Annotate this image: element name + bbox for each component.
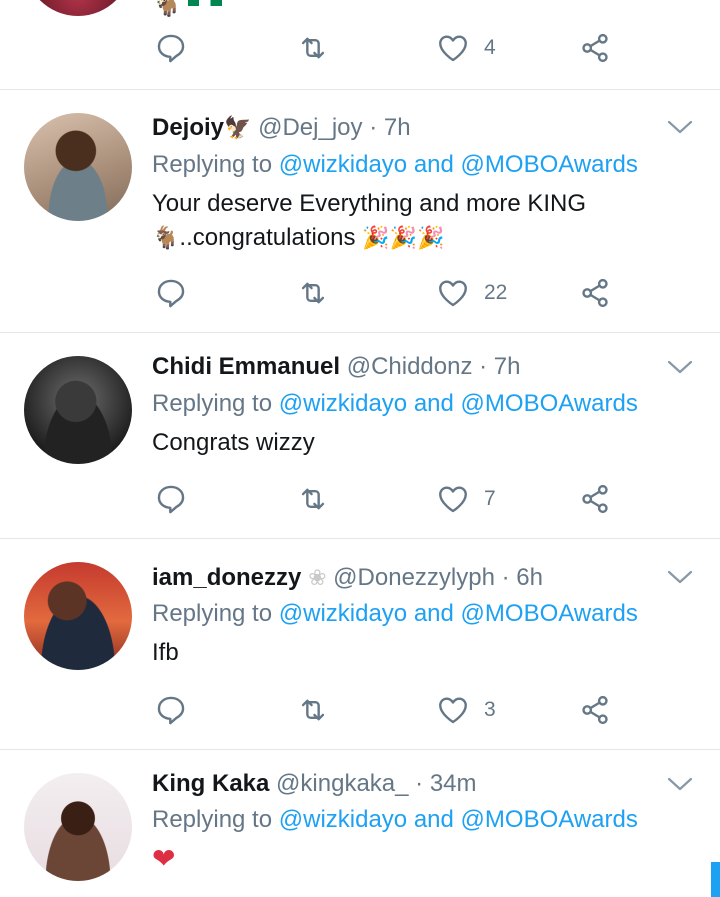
avatar[interactable]	[24, 773, 132, 881]
share-button[interactable]	[578, 275, 612, 311]
previous-tweet-fragment: 🐐 4	[0, 0, 720, 90]
replying-to: Replying to @wizkidayo and @MOBOAwards	[152, 806, 638, 833]
tweet[interactable]: Dejoiy🦅 @Dej_joy · 7h Replying to @wizki…	[0, 90, 720, 333]
like-count: 3	[484, 698, 496, 721]
display-name[interactable]: King Kaka	[152, 770, 269, 797]
heart-icon	[439, 35, 467, 62]
heart-icon	[439, 697, 467, 724]
user-handle[interactable]: @kingkaka_	[276, 770, 408, 797]
tweet-actions: 4	[0, 30, 720, 66]
user-handle[interactable]: @Dej_joy	[258, 114, 362, 141]
tweet[interactable]: Chidi Emmanuel @Chiddonz · 7h Replying t…	[0, 333, 720, 539]
timestamp[interactable]: · 34m	[415, 770, 476, 797]
eagle-emoji: 🦅	[224, 116, 252, 141]
tweet-header: King Kaka @kingkaka_ · 34m	[152, 770, 477, 798]
share-button[interactable]	[578, 692, 612, 728]
retweet-button[interactable]	[296, 275, 330, 311]
avatar[interactable]	[24, 0, 132, 16]
like-button[interactable]: 7	[436, 481, 496, 517]
mention-link[interactable]: @wizkidayo	[279, 151, 407, 178]
timestamp[interactable]: · 7h	[479, 353, 520, 380]
display-name[interactable]: iam_donezzy	[152, 564, 301, 591]
retweet-button[interactable]	[296, 481, 330, 517]
mention-link[interactable]: @wizkidayo	[279, 390, 407, 417]
chevron-down-icon[interactable]	[666, 357, 694, 377]
flower-icon: ❀	[308, 566, 327, 591]
tweet-header: Chidi Emmanuel @Chiddonz · 7h	[152, 353, 521, 381]
tweet-text: 🐐	[152, 0, 222, 16]
mention-link[interactable]: @MOBOAwards	[461, 151, 638, 178]
share-button[interactable]	[578, 481, 612, 517]
tweet-actions: 3	[0, 692, 720, 728]
tweet-header: iam_donezzy ❀ @Donezzylyph · 6h	[152, 564, 543, 593]
avatar[interactable]	[24, 356, 132, 464]
reply-button[interactable]	[154, 275, 188, 311]
share-icon	[582, 278, 608, 308]
tweet-text: Ifb	[152, 639, 179, 666]
tweet-actions: 7	[0, 481, 720, 517]
mention-link[interactable]: @MOBOAwards	[461, 600, 638, 627]
share-icon	[582, 695, 608, 725]
chevron-down-icon[interactable]	[666, 567, 694, 587]
tweet-actions: 22	[0, 275, 720, 311]
goat-emoji: 🐐	[152, 226, 180, 251]
tweet-header: Dejoiy🦅 @Dej_joy · 7h	[152, 114, 411, 143]
reply-icon	[157, 279, 185, 308]
party-popper-emoji: 🎉🎉🎉	[362, 226, 445, 251]
replying-to: Replying to @wizkidayo and @MOBOAwards	[152, 390, 638, 417]
chevron-down-icon[interactable]	[666, 117, 694, 137]
mention-link[interactable]: @wizkidayo	[279, 600, 407, 627]
mention-link[interactable]: @wizkidayo	[279, 806, 407, 833]
like-count: 22	[484, 281, 508, 304]
replying-to: Replying to @wizkidayo and @MOBOAwards	[152, 600, 638, 627]
retweet-icon	[301, 37, 325, 59]
avatar[interactable]	[24, 113, 132, 221]
replying-to: Replying to @wizkidayo and @MOBOAwards	[152, 151, 638, 178]
reply-icon	[157, 696, 185, 725]
like-button[interactable]: 3	[436, 692, 496, 728]
tweet[interactable]: iam_donezzy ❀ @Donezzylyph · 6h Replying…	[0, 539, 720, 750]
timestamp[interactable]: · 7h	[369, 114, 410, 141]
reply-button[interactable]	[154, 30, 188, 66]
reply-icon	[157, 34, 185, 63]
retweet-icon	[301, 699, 325, 721]
retweet-button[interactable]	[296, 30, 330, 66]
reply-icon	[157, 485, 185, 514]
tweet-text: Your deserve Everything and more KING 🐐.…	[152, 190, 587, 251]
like-button[interactable]: 4	[436, 30, 496, 66]
red-heart-emoji: ❤	[152, 842, 176, 875]
timestamp[interactable]: · 6h	[502, 564, 543, 591]
tweet[interactable]: King Kaka @kingkaka_ · 34m Replying to @…	[0, 750, 720, 897]
like-count: 4	[484, 36, 496, 59]
reply-button[interactable]	[154, 692, 188, 728]
display-name[interactable]: Chidi Emmanuel	[152, 353, 340, 380]
user-handle[interactable]: @Chiddonz	[347, 353, 473, 380]
retweet-button[interactable]	[296, 692, 330, 728]
tweet-text: ❤	[152, 842, 672, 878]
mention-link[interactable]: @MOBOAwards	[461, 390, 638, 417]
heart-icon	[439, 280, 467, 307]
display-name[interactable]: Dejoiy	[152, 114, 224, 141]
tweet-text: Congrats wizzy	[152, 429, 315, 456]
reply-button[interactable]	[154, 481, 188, 517]
avatar[interactable]	[24, 562, 132, 670]
share-button[interactable]	[578, 30, 612, 66]
goat-emoji: 🐐	[152, 0, 182, 18]
heart-icon	[439, 486, 467, 513]
user-handle[interactable]: @Donezzylyph	[333, 564, 495, 591]
like-button[interactable]: 22	[436, 275, 507, 311]
retweet-icon	[301, 488, 325, 510]
share-icon	[582, 484, 608, 514]
retweet-icon	[301, 282, 325, 304]
scroll-indicator[interactable]	[711, 862, 720, 897]
mention-link[interactable]: @MOBOAwards	[461, 806, 638, 833]
nigeria-flag-icon	[187, 0, 222, 6]
chevron-down-icon[interactable]	[666, 774, 694, 794]
like-count: 7	[484, 487, 496, 510]
share-icon	[582, 33, 608, 63]
